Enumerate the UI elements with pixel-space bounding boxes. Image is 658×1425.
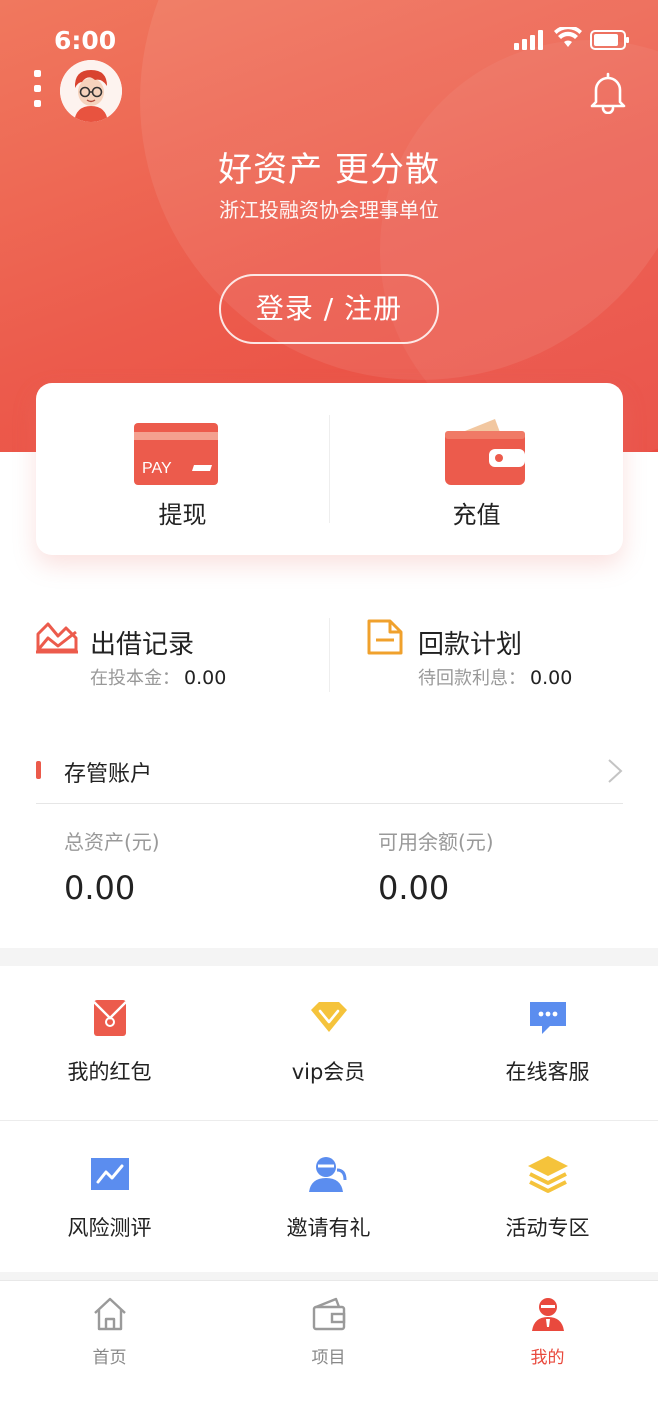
available-balance-label: 可用余额(元) [378, 830, 494, 854]
bottom-tab-bar: 首页 项目 我的 [0, 1280, 658, 1425]
available-balance: 可用余额(元) 0.00 [378, 826, 494, 907]
menu-dots-icon[interactable] [34, 70, 44, 110]
loan-record-entry[interactable]: 出借记录 在投本金： 0.00 [36, 600, 326, 700]
grid-label: vip会员 [291, 1060, 366, 1084]
pay-card-icon: PAY [134, 423, 218, 485]
grid-item-vip[interactable]: vip会员 [219, 966, 438, 1120]
battery-icon [590, 30, 629, 50]
bell-icon[interactable] [586, 70, 630, 114]
wifi-icon [554, 27, 582, 47]
total-assets-label: 总资产(元) [64, 830, 160, 854]
custody-account-section: 存管账户 总资产(元) 0.00 可用余额(元) 0.00 [0, 738, 658, 948]
wallet-icon [445, 419, 525, 485]
total-assets-value: 0.00 [64, 869, 136, 907]
grid-row-divider [0, 1120, 658, 1121]
section-separator [0, 948, 658, 966]
grid-item-invite[interactable]: 邀请有礼 [219, 1122, 438, 1276]
tab-mine[interactable]: 我的 [438, 1281, 657, 1381]
invite-user-icon [308, 1157, 346, 1192]
hero-subtitle: 浙江投融资协会理事单位 [219, 198, 439, 222]
wallet-outline-icon [312, 1297, 345, 1331]
feature-grid: 我的红包 vip会员 在线客服 风险测评 邀请有礼 活动专区 [0, 966, 658, 1276]
grid-item-red-envelope[interactable]: 我的红包 [0, 966, 219, 1120]
grid-label: 邀请有礼 [286, 1216, 371, 1240]
login-register-button[interactable]: 登录 / 注册 [219, 274, 439, 344]
hero-title: 好资产 更分散 [218, 150, 440, 190]
available-balance-value: 0.00 [378, 869, 450, 907]
records-divider [329, 618, 330, 692]
records-row: 出借记录 在投本金： 0.00 回款计划 待回款利息： 0.00 [0, 600, 658, 700]
grid-label: 活动专区 [505, 1216, 590, 1240]
repay-plan-entry[interactable]: 回款计划 待回款利息： 0.00 [366, 600, 656, 700]
custody-accent-bar [36, 761, 41, 779]
grid-label: 我的红包 [67, 1060, 152, 1084]
grid-label: 在线客服 [505, 1060, 590, 1084]
repay-plan-title: 回款计划 [418, 630, 523, 660]
status-bar: 6:00 [0, 22, 658, 62]
avatar-illustration-icon [60, 60, 122, 122]
pay-card-text: PAY [142, 460, 172, 477]
tab-home[interactable]: 首页 [0, 1281, 219, 1381]
avatar[interactable] [60, 60, 122, 122]
custody-account-header[interactable]: 存管账户 [36, 738, 623, 804]
loan-record-sub: 在投本金： 0.00 [90, 664, 226, 690]
repay-plan-sub: 待回款利息： 0.00 [418, 664, 572, 690]
trend-chart-icon [36, 622, 78, 654]
grid-label: 风险测评 [67, 1216, 152, 1240]
home-icon [93, 1297, 126, 1331]
status-time: 6:00 [54, 26, 117, 55]
repay-plan-sub-label: 待回款利息： [418, 668, 526, 689]
grid-item-online-service[interactable]: 在线客服 [438, 966, 657, 1120]
risk-chart-icon [90, 1158, 129, 1190]
grid-item-risk-assessment[interactable]: 风险测评 [0, 1122, 219, 1276]
withdraw-button[interactable]: PAY 提现 [36, 383, 329, 555]
tab-label: 项目 [311, 1348, 346, 1368]
repay-plan-value: 0.00 [530, 667, 573, 689]
chevron-right-icon [608, 759, 623, 783]
custody-account-title: 存管账户 [64, 762, 153, 787]
chat-bubble-icon [529, 1002, 566, 1034]
document-icon [367, 619, 403, 655]
tab-label: 首页 [92, 1348, 127, 1368]
withdraw-label: 提现 [158, 501, 207, 529]
pay-card: PAY 提现 充值 [36, 383, 623, 555]
profile-icon [531, 1298, 564, 1331]
loan-record-value: 0.00 [184, 667, 227, 689]
recharge-label: 充值 [452, 501, 501, 529]
total-assets: 总资产(元) 0.00 [64, 826, 160, 907]
recharge-button[interactable]: 充值 [330, 383, 623, 555]
loan-record-sub-label: 在投本金： [90, 668, 180, 689]
diamond-icon [310, 1002, 347, 1032]
red-envelope-icon [92, 1000, 127, 1036]
grid-item-activities[interactable]: 活动专区 [438, 1122, 657, 1276]
loan-record-title: 出借记录 [90, 630, 195, 660]
tabbar-separator [0, 1272, 658, 1280]
tab-label: 我的 [530, 1348, 565, 1368]
tab-projects[interactable]: 项目 [219, 1281, 438, 1381]
signal-icon [514, 30, 543, 50]
layers-icon [527, 1156, 568, 1193]
